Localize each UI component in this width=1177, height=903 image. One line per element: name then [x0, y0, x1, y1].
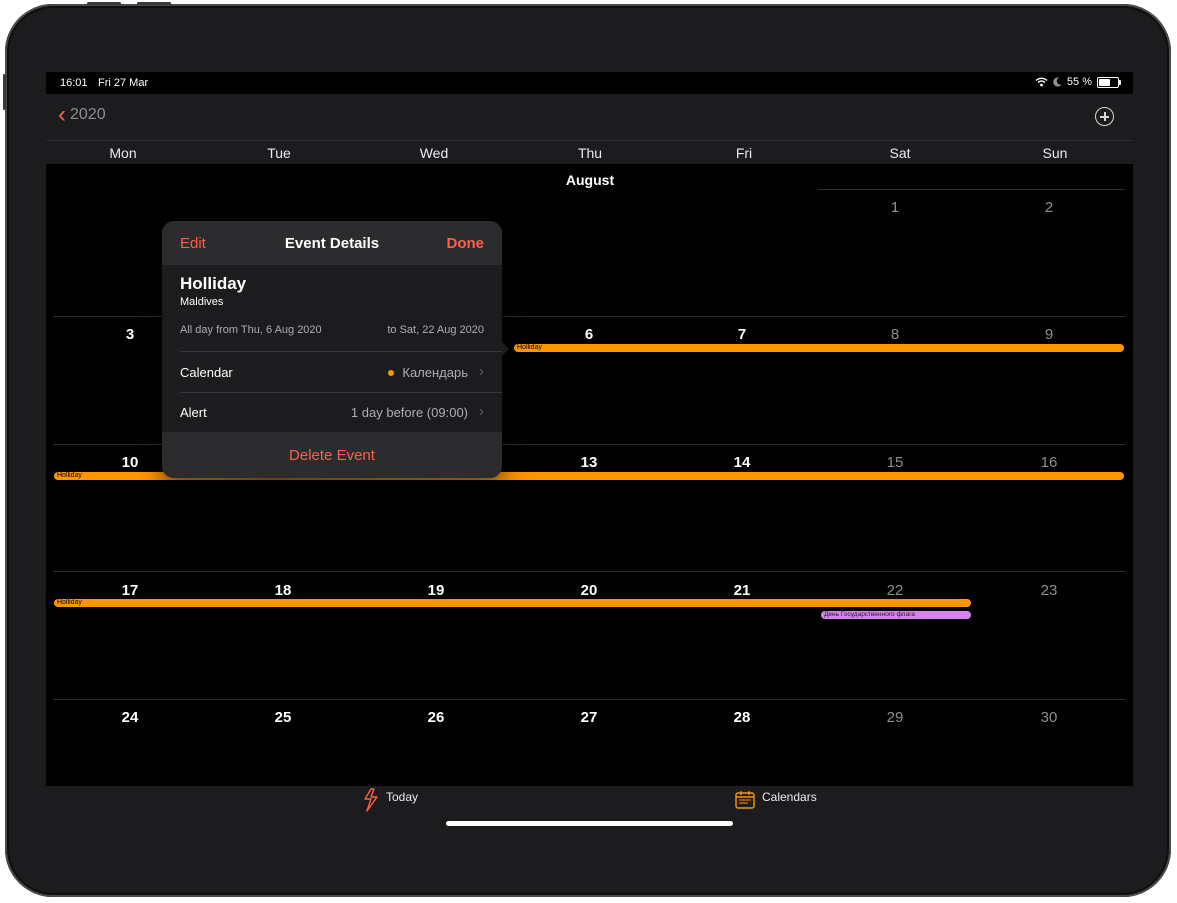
weekday-sun: Sun	[1042, 145, 1068, 161]
day-cell[interactable]: 29	[875, 709, 915, 726]
weekday-wed: Wed	[419, 145, 449, 161]
day-cell[interactable]: 14	[722, 454, 762, 471]
day-cell[interactable]: 9	[1029, 326, 1069, 343]
lightning-icon	[364, 788, 378, 812]
day-cell[interactable]: 21	[722, 582, 762, 599]
weekday-header: Mon Tue Wed Thu Fri Sat Sun	[46, 140, 1133, 164]
tab-today-label: Today	[386, 790, 419, 804]
moon-icon	[1053, 77, 1062, 87]
month-title: August	[565, 172, 615, 188]
day-cell[interactable]: 25	[263, 709, 303, 726]
calendar-label: Calendar	[180, 365, 233, 380]
tab-today[interactable]: Today	[362, 788, 418, 812]
tab-calendars-label: Calendars	[762, 790, 817, 804]
event-label: Holliday	[57, 472, 82, 479]
weekday-thu: Thu	[577, 145, 603, 161]
status-bar: 16:01 Fri 27 Mar 55 %	[46, 72, 1133, 94]
top-button	[3, 74, 6, 110]
day-cell[interactable]: 6	[569, 326, 609, 343]
status-date: Fri 27 Mar	[98, 77, 149, 89]
day-cell[interactable]: 22	[875, 582, 915, 599]
calendar-color-dot	[388, 369, 395, 376]
day-cell[interactable]: 27	[569, 709, 609, 726]
day-cell[interactable]: 15	[875, 454, 915, 471]
wifi-icon	[1035, 77, 1048, 87]
event-bar-flag-day[interactable]: День Государственного флага	[821, 611, 971, 619]
week-divider	[53, 699, 1125, 700]
day-cell[interactable]: 20	[569, 582, 609, 599]
event-details-popover: Event Details Edit Done Holliday Maldive…	[162, 221, 509, 478]
day-cell[interactable]: 24	[110, 709, 150, 726]
event-title: Holliday	[180, 274, 247, 293]
add-event-button[interactable]	[1095, 107, 1114, 126]
chevron-right-icon: ›	[479, 403, 484, 420]
event-label: День Государственного флага	[824, 611, 915, 618]
status-time: 16:01	[60, 77, 88, 89]
week-divider	[818, 189, 1125, 190]
week-divider	[53, 571, 1125, 572]
day-cell[interactable]: 7	[722, 326, 762, 343]
day-cell[interactable]: 28	[722, 709, 762, 726]
day-cell[interactable]: 23	[1029, 582, 1069, 599]
weekday-fri: Fri	[735, 145, 753, 161]
status-right: 55 %	[1035, 76, 1121, 88]
day-cell[interactable]: 1	[875, 199, 915, 216]
edit-button[interactable]: Edit	[180, 235, 206, 252]
event-location: Maldives	[180, 296, 224, 308]
chevron-right-icon: ›	[479, 363, 484, 380]
popover-body: Holliday Maldives All day from Thu, 6 Au…	[162, 265, 502, 432]
weekday-sat: Sat	[889, 145, 911, 161]
day-cell[interactable]: 13	[569, 454, 609, 471]
day-cell[interactable]: 2	[1029, 199, 1069, 216]
chevron-left-icon: ‹	[58, 101, 66, 128]
home-indicator[interactable]	[446, 821, 733, 826]
popover-footer: Delete Event	[162, 432, 502, 478]
tab-calendars[interactable]: Calendars	[734, 788, 817, 810]
weekday-tue: Tue	[267, 145, 291, 161]
event-label: Holliday	[57, 599, 82, 606]
battery-percent: 55 %	[1066, 76, 1092, 88]
calendar-screen: 16:01 Fri 27 Mar 55 % ‹ 2020 Mon Tue Wed…	[46, 72, 1133, 832]
alert-label: Alert	[180, 405, 207, 420]
volume-button	[87, 2, 121, 5]
day-cell[interactable]: 10	[110, 454, 150, 471]
alert-row[interactable]: Alert 1 day before (09:00) ›	[180, 392, 484, 432]
calendar-value: Календарь	[388, 365, 468, 380]
navigation-bar: ‹ 2020	[46, 94, 1133, 140]
day-cell[interactable]: 8	[875, 326, 915, 343]
calendar-row[interactable]: Calendar Календарь ›	[180, 352, 484, 392]
day-cell[interactable]: 26	[416, 709, 456, 726]
day-cell[interactable]: 3	[110, 326, 150, 343]
day-cell[interactable]: 18	[263, 582, 303, 599]
calendar-value-text: Календарь	[402, 365, 468, 380]
back-label: 2020	[70, 106, 106, 123]
event-bar-holiday[interactable]: Holliday	[54, 599, 971, 607]
event-label: Holliday	[517, 344, 542, 351]
day-cell[interactable]: 16	[1029, 454, 1069, 471]
day-cell[interactable]: 19	[416, 582, 456, 599]
event-bar-holiday[interactable]: Holliday	[514, 344, 1124, 352]
volume-button	[137, 2, 171, 5]
calendar-icon	[735, 791, 755, 809]
weekday-mon: Mon	[109, 145, 137, 161]
event-date-from: All day from Thu, 6 Aug 2020	[180, 324, 322, 336]
popover-header: Event Details Edit Done	[162, 221, 502, 265]
delete-event-button[interactable]: Delete Event	[162, 447, 502, 464]
event-date-to: to Sat, 22 Aug 2020	[387, 324, 484, 336]
battery-icon	[1097, 76, 1121, 88]
back-button[interactable]: ‹ 2020	[58, 101, 106, 128]
day-cell[interactable]: 17	[110, 582, 150, 599]
day-cell[interactable]: 30	[1029, 709, 1069, 726]
done-button[interactable]: Done	[447, 235, 485, 252]
alert-value: 1 day before (09:00)	[350, 405, 468, 420]
